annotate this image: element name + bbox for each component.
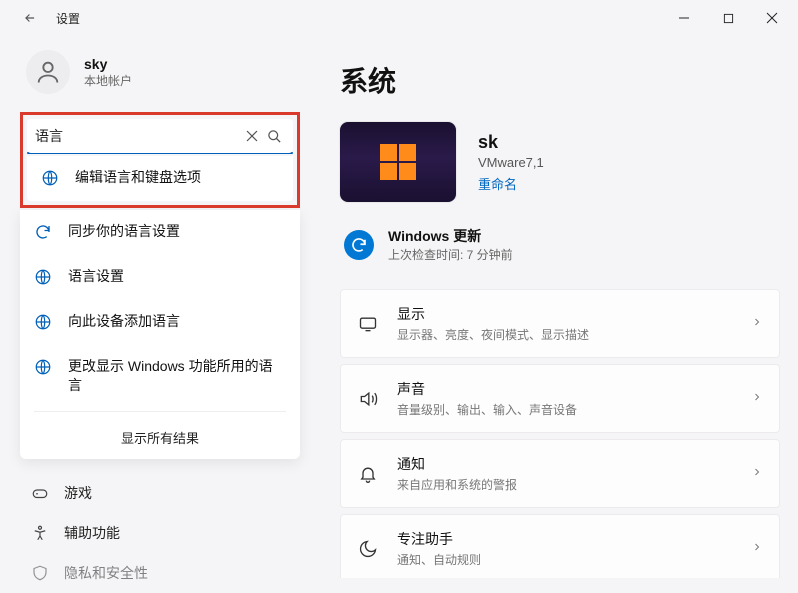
suggestion-item[interactable]: 向此设备添加语言 — [20, 300, 300, 345]
suggestion-label: 同步你的语言设置 — [68, 222, 180, 241]
search-icon[interactable] — [263, 125, 285, 147]
card-display[interactable]: 显示 显示器、亮度、夜间模式、显示描述 — [340, 289, 780, 358]
card-sound[interactable]: 声音 音量级别、输出、输入、声音设备 — [340, 364, 780, 433]
nav-label: 隐私和安全性 — [64, 563, 148, 583]
avatar — [26, 50, 70, 94]
language-icon — [41, 169, 61, 189]
clear-icon[interactable] — [241, 125, 263, 147]
update-title: Windows 更新 — [388, 226, 513, 246]
accessibility-icon — [30, 523, 50, 543]
device-info: sk VMware7,1 重命名 — [340, 122, 780, 202]
page-title: 系统 — [340, 60, 780, 100]
nav-label: 游戏 — [64, 483, 92, 503]
suggestion-label: 更改显示 Windows 功能所用的语言 — [68, 357, 286, 395]
card-sub: 音量级别、输出、输入、声音设备 — [397, 401, 733, 418]
nav-accessibility[interactable]: 辅助功能 — [20, 513, 300, 553]
search-suggestions-rest: 同步你的语言设置 语言设置 向此设备添加语言 更改显示 Windows 功能所用… — [20, 210, 300, 459]
chevron-right-icon — [751, 540, 763, 558]
search-highlight-box: 编辑语言和键盘选项 — [20, 112, 300, 208]
window-title: 设置 — [56, 10, 80, 27]
suggestion-label: 语言设置 — [68, 267, 124, 286]
display-icon — [357, 313, 379, 335]
shield-icon — [30, 563, 50, 583]
language-icon — [34, 313, 54, 333]
nav-privacy[interactable]: 隐私和安全性 — [20, 553, 300, 593]
card-title: 显示 — [397, 304, 733, 324]
suggestion-label: 向此设备添加语言 — [68, 312, 180, 331]
gamepad-icon — [30, 483, 50, 503]
device-thumbnail — [340, 122, 456, 202]
maximize-button[interactable] — [706, 3, 750, 33]
card-title: 声音 — [397, 379, 733, 399]
sync-icon — [34, 223, 54, 243]
user-type: 本地帐户 — [84, 72, 132, 89]
sidebar: sky 本地帐户 编辑语言和键盘选项 同步你的语言设置 — [20, 36, 310, 578]
suggestion-item[interactable]: 编辑语言和键盘选项 — [27, 156, 293, 201]
device-name: sk — [478, 132, 544, 153]
titlebar: 设置 — [0, 0, 798, 36]
card-sub: 通知、自动规则 — [397, 551, 733, 568]
suggestion-item[interactable]: 同步你的语言设置 — [20, 210, 300, 255]
card-sub: 来自应用和系统的警报 — [397, 476, 733, 493]
suggestion-item[interactable]: 更改显示 Windows 功能所用的语言 — [20, 345, 300, 407]
update-icon — [344, 230, 374, 260]
nav-list: 游戏 辅助功能 隐私和安全性 — [20, 473, 310, 593]
card-focus-assist[interactable]: 专注助手 通知、自动规则 — [340, 514, 780, 578]
window-controls — [662, 3, 794, 33]
main-panel: 系统 sk VMware7,1 重命名 Windows 更新 上次检查时间: 7… — [310, 36, 798, 578]
language-icon — [34, 358, 54, 378]
suggestion-label: 编辑语言和键盘选项 — [75, 168, 201, 187]
chevron-right-icon — [751, 465, 763, 483]
windows-update-row[interactable]: Windows 更新 上次检查时间: 7 分钟前 — [340, 226, 780, 263]
search-input[interactable] — [35, 128, 241, 144]
moon-icon — [357, 538, 379, 560]
chevron-right-icon — [751, 315, 763, 333]
user-block[interactable]: sky 本地帐户 — [20, 36, 310, 112]
card-title: 专注助手 — [397, 529, 733, 549]
minimize-button[interactable] — [662, 3, 706, 33]
settings-cards: 显示 显示器、亮度、夜间模式、显示描述 声音 音量级别、输出、输入、声音设备 通… — [340, 289, 780, 578]
device-model: VMware7,1 — [478, 155, 544, 170]
chevron-right-icon — [751, 390, 763, 408]
nav-label: 辅助功能 — [64, 523, 120, 543]
suggestion-item[interactable]: 语言设置 — [20, 255, 300, 300]
card-notifications[interactable]: 通知 来自应用和系统的警报 — [340, 439, 780, 508]
card-sub: 显示器、亮度、夜间模式、显示描述 — [397, 326, 733, 343]
back-button[interactable] — [20, 8, 40, 28]
user-name: sky — [84, 56, 132, 72]
card-title: 通知 — [397, 454, 733, 474]
update-sub: 上次检查时间: 7 分钟前 — [388, 246, 513, 263]
rename-link[interactable]: 重命名 — [478, 174, 544, 193]
sound-icon — [357, 388, 379, 410]
close-button[interactable] — [750, 3, 794, 33]
nav-gaming[interactable]: 游戏 — [20, 473, 300, 513]
search-suggestions: 编辑语言和键盘选项 — [27, 156, 293, 201]
language-icon — [34, 268, 54, 288]
show-all-results[interactable]: 显示所有结果 — [20, 416, 300, 459]
search-box[interactable] — [27, 119, 293, 153]
bell-icon — [357, 463, 379, 485]
